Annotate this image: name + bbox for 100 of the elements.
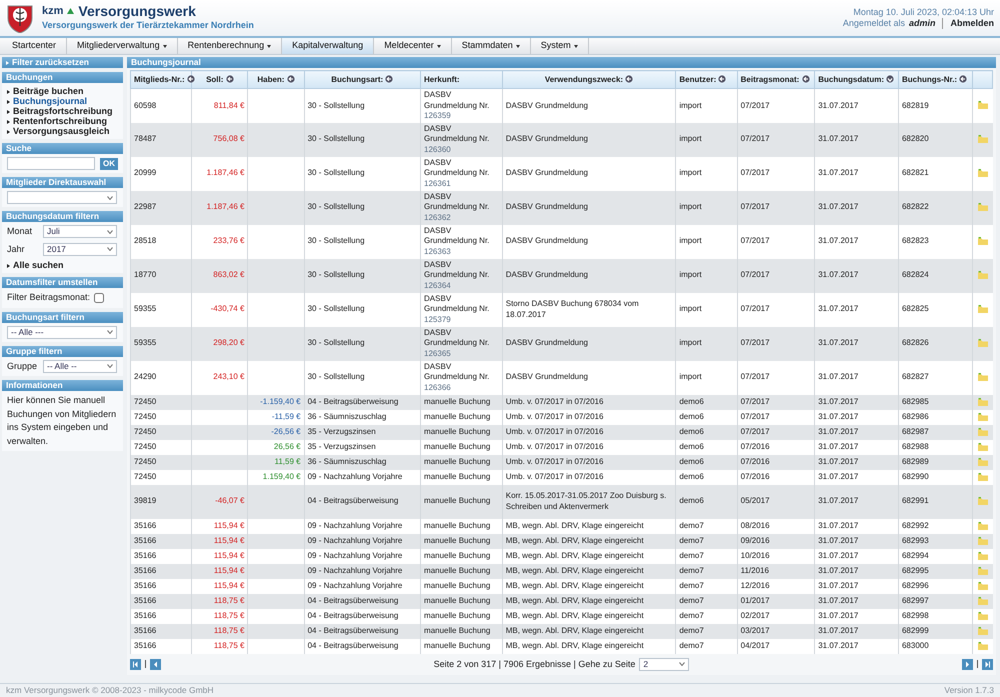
page-select[interactable]: 2: [639, 658, 690, 671]
nav-tab[interactable]: Stammdaten: [452, 38, 531, 54]
column-header[interactable]: Beitragsmonat:: [737, 70, 815, 88]
column-header[interactable]: Buchungsart:: [304, 70, 421, 88]
last-page-button[interactable]: [982, 658, 993, 670]
nav-tab[interactable]: Meldecenter: [374, 38, 452, 54]
folder-icon[interactable]: [978, 642, 988, 650]
folder-icon[interactable]: [978, 398, 988, 406]
sidebar-link[interactable]: Versorgungsausgleich: [7, 126, 118, 136]
folder-icon[interactable]: [978, 339, 988, 348]
folder-icon[interactable]: [978, 472, 988, 481]
folder-icon[interactable]: [978, 135, 988, 144]
table-cell: 07/2017: [737, 190, 815, 224]
table-cell: 04 - Beitragsüberweisung: [304, 594, 421, 608]
nav-tab[interactable]: Kapitalverwaltung: [282, 38, 374, 54]
nav-tab[interactable]: Mitgliederverwaltung: [67, 38, 178, 54]
sidebar-link[interactable]: Beiträge buchen: [7, 86, 118, 96]
table-cell: 35166: [130, 534, 192, 548]
folder-icon[interactable]: [978, 203, 988, 212]
folder-icon[interactable]: [978, 522, 988, 530]
dropdown[interactable]: -- Alle --: [43, 360, 117, 373]
table-cell: 09/2016: [737, 534, 815, 548]
folder-icon[interactable]: [978, 101, 988, 110]
sidebar-link[interactable]: Buchungsjournal: [7, 96, 118, 106]
chevron-down-icon: [107, 330, 113, 334]
folder-icon[interactable]: [978, 582, 988, 590]
version-text: Version 1.7.3: [944, 684, 994, 697]
folder-icon[interactable]: [978, 497, 988, 506]
nav-tab[interactable]: Startcenter: [2, 38, 68, 54]
column-header[interactable]: Verwendungszweck:: [502, 70, 676, 88]
table-cell: demo6: [676, 424, 738, 440]
folder-icon[interactable]: [978, 612, 988, 620]
sidebar-link[interactable]: Rentenfortschreibung: [7, 116, 118, 126]
first-page-button[interactable]: [130, 658, 141, 670]
folder-icon[interactable]: [978, 626, 988, 635]
sidebar-link[interactable]: Beitragsfortschreibung: [7, 106, 118, 116]
checkbox-label: Filter Beitragsmonat:: [7, 291, 90, 304]
dropdown[interactable]: -- Alle ---: [7, 326, 117, 338]
amount-cell: 115,94 €: [192, 534, 248, 548]
member-select[interactable]: [7, 191, 117, 204]
column-header[interactable]: Soll:: [192, 70, 248, 88]
folder-icon[interactable]: [978, 428, 988, 436]
search-all-link[interactable]: Alle suchen: [7, 260, 118, 270]
dropdown[interactable]: Juli: [43, 225, 117, 238]
table-cell: DASBV Grundmeldung: [502, 122, 676, 156]
field-label: Monat: [7, 225, 34, 238]
nav-tab[interactable]: System: [530, 38, 589, 54]
table-cell: MB, wegn. Abl. DRV, Klage eingereicht: [502, 534, 676, 548]
table-cell: 36 - Säumniszuschlag: [304, 454, 421, 470]
folder-icon[interactable]: [978, 458, 988, 466]
table-cell: 07/2017: [737, 258, 815, 292]
column-header[interactable]: Herkunft:: [420, 70, 502, 88]
folder-icon[interactable]: [978, 237, 988, 246]
table-cell: 31.07.2017: [814, 122, 898, 156]
search-field[interactable]: [7, 157, 95, 170]
column-header[interactable]: Mitglieds-Nr.:: [130, 70, 192, 88]
table-cell-text: manuelle Buchung: [424, 566, 492, 576]
table-cell: 682826: [898, 326, 972, 360]
table-cell: Umb. v. 07/2017 in 07/2016: [502, 454, 676, 470]
chevron-down-icon: [679, 662, 686, 666]
folder-icon[interactable]: [978, 271, 988, 280]
ok-button[interactable]: OK: [100, 158, 118, 170]
next-page-button[interactable]: [962, 658, 973, 670]
field-label: Jahr: [7, 242, 26, 256]
table-cell: demo7: [676, 564, 738, 578]
table-cell-text: manuelle Buchung: [424, 550, 492, 562]
table-cell: 682995: [898, 564, 972, 578]
table-cell: 682824: [898, 258, 972, 292]
table-cell-text: manuelle Buchung: [424, 610, 492, 622]
checkbox[interactable]: [94, 292, 104, 303]
column-header[interactable]: Benutzer:: [676, 70, 738, 88]
folder-icon[interactable]: [978, 442, 988, 451]
table-cell: DASBV Grundmeldung: [502, 258, 676, 292]
folder-icon[interactable]: [978, 536, 988, 545]
column-header[interactable]: Haben:: [248, 70, 304, 88]
chevron-down-icon: [107, 247, 113, 252]
table-cell: 31.07.2017: [814, 484, 898, 518]
logout-link[interactable]: Abmelden: [950, 18, 994, 29]
section-header: Datumsfilter umstellen: [2, 277, 123, 288]
previous-page-button[interactable]: [150, 658, 161, 670]
table-cell: 72450: [130, 454, 192, 470]
table-cell: 35166: [130, 624, 192, 638]
column-header[interactable]: Buchungs-Nr.:: [898, 70, 972, 88]
table-cell: 682822: [898, 190, 972, 224]
table-cell: 31.07.2017: [814, 424, 898, 440]
folder-icon[interactable]: [978, 169, 988, 178]
dropdown[interactable]: 2017: [43, 242, 117, 256]
table-cell: Korr. 15.05.2017-31.05.2017 Zoo Duisburg s. Schreiben und Aktenvermerk: [502, 484, 676, 518]
folder-icon[interactable]: [978, 552, 988, 560]
reference-number: 126360: [424, 144, 452, 155]
folder-icon[interactable]: [978, 412, 988, 421]
table-cell: 30 - Sollstellung: [304, 190, 421, 224]
table-cell: demo6: [676, 454, 738, 470]
folder-icon[interactable]: [978, 596, 988, 605]
folder-icon[interactable]: [978, 566, 988, 575]
table-cell: 22987: [130, 190, 192, 224]
folder-icon[interactable]: [978, 305, 988, 314]
table-cell: 30 - Sollstellung: [304, 326, 421, 360]
column-header[interactable]: Buchungsdatum:: [814, 70, 898, 88]
folder-icon[interactable]: [978, 373, 988, 382]
